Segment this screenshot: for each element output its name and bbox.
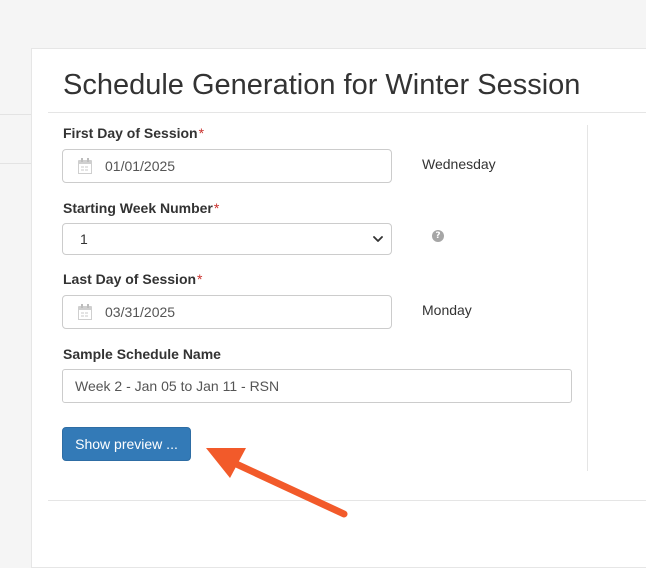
starting-week-label-text: Starting Week Number [63, 200, 213, 216]
required-mark: * [213, 200, 220, 216]
last-day-label: Last Day of Session* [63, 271, 203, 287]
column-divider [587, 125, 588, 471]
starting-week-selected: 1 [80, 231, 88, 247]
annotation-arrow-icon [206, 448, 348, 518]
required-mark: * [197, 271, 203, 287]
first-day-value: 01/01/2025 [105, 158, 176, 174]
question-circle-icon[interactable]: ? [432, 230, 444, 242]
sample-name-input[interactable]: Week 2 - Jan 05 to Jan 11 - RSN [62, 369, 572, 403]
calendar-icon [77, 304, 93, 320]
last-day-weekday: Monday [422, 302, 472, 318]
starting-week-label: Starting Week Number* [63, 200, 219, 216]
first-day-label-text: First Day of Session [63, 125, 198, 141]
last-day-date-input[interactable]: 03/31/2025 [62, 295, 392, 329]
title-divider [48, 112, 646, 113]
sample-name-value: Week 2 - Jan 05 to Jan 11 - RSN [75, 378, 280, 394]
last-day-value: 03/31/2025 [105, 304, 176, 320]
show-preview-button[interactable]: Show preview ... [62, 427, 191, 461]
first-day-label: First Day of Session* [63, 125, 204, 141]
background-side-panel [0, 114, 32, 164]
sample-name-label: Sample Schedule Name [63, 346, 221, 362]
page-title: Schedule Generation for Winter Session [63, 69, 581, 101]
chevron-down-icon [373, 236, 383, 242]
first-day-date-input[interactable]: 01/01/2025 [62, 149, 392, 183]
calendar-icon [77, 158, 93, 174]
last-day-label-text: Last Day of Session [63, 271, 197, 287]
required-mark: * [198, 125, 205, 141]
first-day-weekday: Wednesday [422, 156, 496, 172]
starting-week-select[interactable]: 1 [62, 223, 392, 255]
